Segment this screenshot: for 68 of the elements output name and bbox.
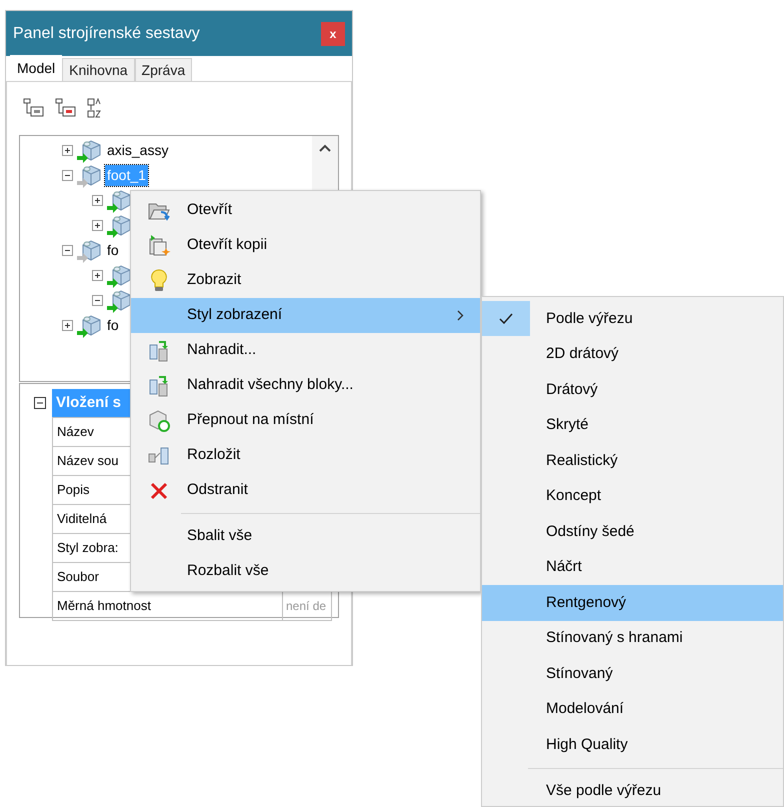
tab[interactable]: Knihovna bbox=[62, 58, 135, 81]
menu-item[interactable]: Nahradit všechny bloky... bbox=[131, 368, 480, 403]
menu-label: Stínovaný bbox=[545, 664, 614, 684]
expand-icon[interactable] bbox=[92, 195, 103, 206]
tree-item[interactable]: axis_assy bbox=[105, 140, 170, 161]
part-refresh-icon bbox=[147, 408, 171, 432]
submenu-item[interactable]: Stínovaný s hranami bbox=[482, 620, 783, 656]
menu-item[interactable]: Styl zobrazení bbox=[131, 298, 480, 333]
menu-label: Drátový bbox=[545, 380, 599, 400]
menu-label: Modelování bbox=[545, 699, 625, 719]
submenu-item[interactable]: Skryté bbox=[482, 408, 783, 443]
menu-label: Otevřít kopii bbox=[187, 235, 268, 256]
collapse-icon[interactable] bbox=[62, 245, 73, 256]
menu-item[interactable]: Zobrazit bbox=[131, 263, 480, 298]
expand-icon[interactable] bbox=[92, 220, 103, 231]
folder-tree-icon[interactable] bbox=[23, 98, 45, 118]
submenu-item[interactable]: Náčrt bbox=[482, 550, 783, 585]
delete-icon bbox=[149, 480, 169, 500]
submenu-item[interactable]: Rentgenový bbox=[482, 585, 783, 620]
scroll-up-icon[interactable] bbox=[319, 144, 331, 152]
submenu-item[interactable]: High Quality bbox=[482, 727, 783, 762]
folder-tree-icon[interactable] bbox=[55, 98, 77, 118]
menu-label: Nahradit... bbox=[187, 340, 258, 360]
tab[interactable]: Zpráva bbox=[134, 58, 192, 81]
collapse-icon[interactable] bbox=[92, 295, 103, 306]
collapse-icon[interactable] bbox=[34, 397, 46, 409]
expand-icon[interactable] bbox=[62, 145, 73, 156]
light-bulb-icon bbox=[150, 268, 168, 292]
submenu-item[interactable]: 2D drátový bbox=[482, 336, 783, 372]
tree-item[interactable]: fo bbox=[105, 315, 121, 336]
menu-label: Realistický bbox=[545, 450, 619, 470]
menu-label: Zobrazit bbox=[187, 270, 242, 290]
menu-item[interactable]: Nahradit... bbox=[131, 333, 480, 368]
menu-label: Podle výřezu bbox=[545, 308, 634, 328]
menu-label: Rozložit bbox=[187, 445, 242, 466]
submenu-item[interactable]: Realistický bbox=[482, 443, 783, 478]
tree-item[interactable]: fo bbox=[105, 240, 121, 261]
menu-label: Rentgenový bbox=[545, 592, 628, 612]
replace-icon bbox=[147, 338, 171, 362]
menu-label: Skryté bbox=[545, 415, 590, 435]
menu-label: Nahradit všechny bloky... bbox=[187, 375, 354, 396]
menu-label: Styl zobrazení bbox=[187, 305, 284, 326]
menu-label: Odstranit bbox=[187, 480, 249, 500]
submenu-item[interactable]: Drátový bbox=[482, 372, 783, 408]
submenu-item[interactable]: Podle výřezu bbox=[482, 301, 783, 336]
collapse-icon[interactable] bbox=[62, 170, 73, 181]
submenu-item[interactable]: Vše podle výřezu bbox=[482, 774, 783, 807]
submenu-item[interactable]: Stínovaný bbox=[482, 656, 783, 692]
menu-label: Otevřít bbox=[187, 200, 234, 220]
submenu-item[interactable]: Koncept bbox=[482, 478, 783, 514]
menu-label: 2D drátový bbox=[545, 344, 620, 364]
submenu-item[interactable]: Modelování bbox=[482, 692, 783, 727]
menu-label: Stínovaný s hranami bbox=[545, 628, 684, 648]
copy-part-icon bbox=[147, 234, 171, 258]
replace-icon bbox=[147, 374, 171, 398]
menu-item[interactable]: Otevřít kopii bbox=[131, 228, 480, 263]
expand-icon[interactable] bbox=[62, 320, 73, 331]
menu-item[interactable]: Otevřít bbox=[131, 193, 480, 228]
menu-label: High Quality bbox=[545, 734, 629, 754]
menu-label: Náčrt bbox=[545, 557, 583, 577]
menu-label: Rozbalit vše bbox=[187, 561, 270, 582]
submenu-item[interactable]: Odstíny šedé bbox=[482, 514, 783, 550]
close-button[interactable]: x bbox=[321, 22, 345, 46]
menu-label: Koncept bbox=[545, 486, 602, 506]
expand-icon[interactable] bbox=[92, 270, 103, 281]
window-title: Panel strojírenské sestavy bbox=[13, 24, 200, 44]
menu-label: Vše podle výřezu bbox=[545, 781, 662, 801]
menu-label: Odstíny šedé bbox=[545, 522, 636, 542]
